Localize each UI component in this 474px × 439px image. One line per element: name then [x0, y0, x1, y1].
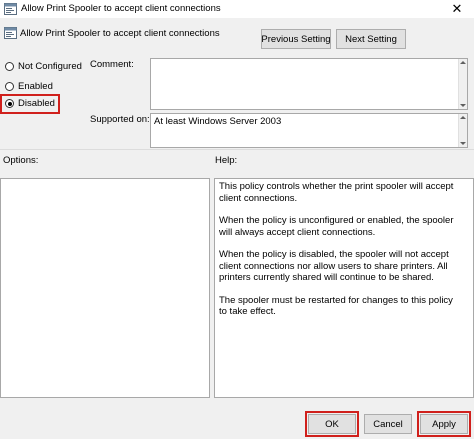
radio-button[interactable] [5, 62, 14, 71]
help-label: Help: [215, 155, 238, 166]
radio-label: Not Configured [18, 61, 82, 72]
highlight-box-apply [417, 411, 471, 437]
next-setting-button[interactable]: Next Setting [336, 29, 406, 49]
options-panel [0, 178, 210, 398]
radio-button[interactable] [5, 82, 14, 91]
close-icon: ✕ [451, 1, 463, 16]
options-label: Options: [3, 155, 39, 166]
cancel-button[interactable]: Cancel [364, 414, 412, 434]
scroll-up-icon[interactable] [460, 116, 466, 119]
radio-not-configured[interactable]: Not Configured [5, 61, 82, 72]
policy-setting-icon [4, 3, 17, 15]
help-paragraph: This policy controls whether the print s… [219, 181, 454, 204]
supported-on-value: At least Windows Server 2003 [154, 116, 282, 127]
comment-scrollbar[interactable] [458, 59, 467, 109]
help-text: This policy controls whether the print s… [219, 181, 455, 329]
highlight-box-disabled [0, 94, 60, 114]
section-divider [0, 149, 474, 150]
highlight-box-ok [305, 411, 359, 437]
policy-setting-icon [4, 27, 17, 39]
comment-label: Comment: [90, 59, 134, 70]
help-paragraph: When the policy is unconfigured or enabl… [219, 215, 454, 238]
close-button[interactable]: ✕ [440, 0, 474, 18]
previous-setting-button[interactable]: Previous Setting [261, 29, 331, 49]
scroll-down-icon[interactable] [460, 104, 466, 107]
scroll-up-icon[interactable] [460, 61, 466, 64]
radio-enabled[interactable]: Enabled [5, 81, 53, 92]
help-paragraph: The spooler must be restarted for change… [219, 294, 453, 318]
radio-label: Enabled [18, 81, 53, 92]
window-title: Allow Print Spooler to accept client con… [21, 3, 221, 14]
supported-on-scrollbar[interactable] [458, 114, 467, 147]
comment-field[interactable] [150, 58, 468, 110]
supported-on-label: Supported on: [90, 114, 150, 125]
policy-name: Allow Print Spooler to accept client con… [20, 28, 220, 39]
help-paragraph: When the policy is disabled, the spooler… [219, 249, 449, 283]
scroll-down-icon[interactable] [460, 142, 466, 145]
